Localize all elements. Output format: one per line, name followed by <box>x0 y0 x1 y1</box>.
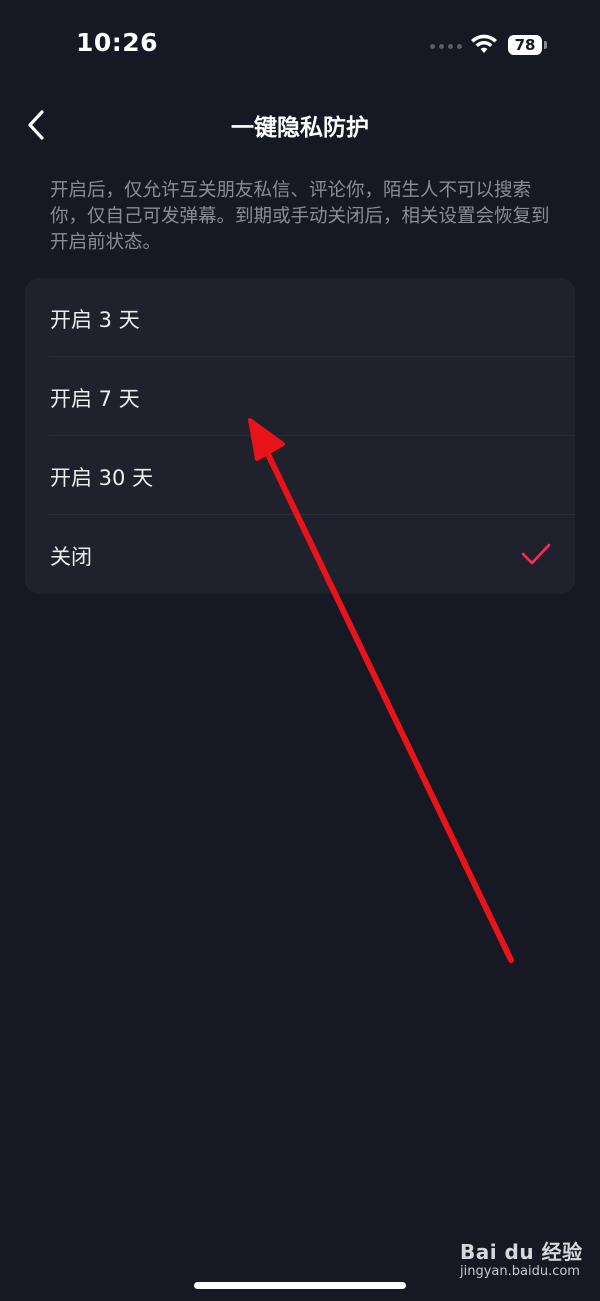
option-label: 关闭 <box>50 545 92 569</box>
watermark-logo: Bai du 经验 <box>460 1240 583 1264</box>
option-label: 开启 7 天 <box>50 387 140 411</box>
option-7-days[interactable]: 开启 7 天 <box>25 357 575 436</box>
status-time: 10:26 <box>76 28 159 57</box>
nav-bar: 一键隐私防护 <box>0 90 600 160</box>
home-indicator[interactable] <box>194 1282 406 1289</box>
checkmark-icon <box>521 543 551 565</box>
battery-tip <box>544 41 547 49</box>
cellular-signal-icon <box>430 44 462 49</box>
option-30-days[interactable]: 开启 30 天 <box>25 436 575 515</box>
option-label: 开启 3 天 <box>50 308 140 332</box>
wifi-icon <box>471 34 497 53</box>
status-bar: 10:26 78 <box>0 0 600 90</box>
option-close[interactable]: 关闭 <box>25 515 575 594</box>
page-title: 一键隐私防护 <box>231 115 369 141</box>
option-3-days[interactable]: 开启 3 天 <box>25 278 575 357</box>
battery-icon: 78 <box>508 35 542 55</box>
watermark-url: jingyan.baidu.com <box>460 1264 580 1279</box>
option-label: 开启 30 天 <box>50 466 154 490</box>
baidu-jingyan-watermark: Bai du 经验 jingyan.baidu.com <box>460 1236 600 1286</box>
duration-options-list: 开启 3 天 开启 7 天 开启 30 天 关闭 <box>25 278 575 594</box>
description-text: 开启后，仅允许互关朋友私信、评论你，陌生人不可以搜索你，仅自己可发弹幕。到期或手… <box>50 180 550 253</box>
